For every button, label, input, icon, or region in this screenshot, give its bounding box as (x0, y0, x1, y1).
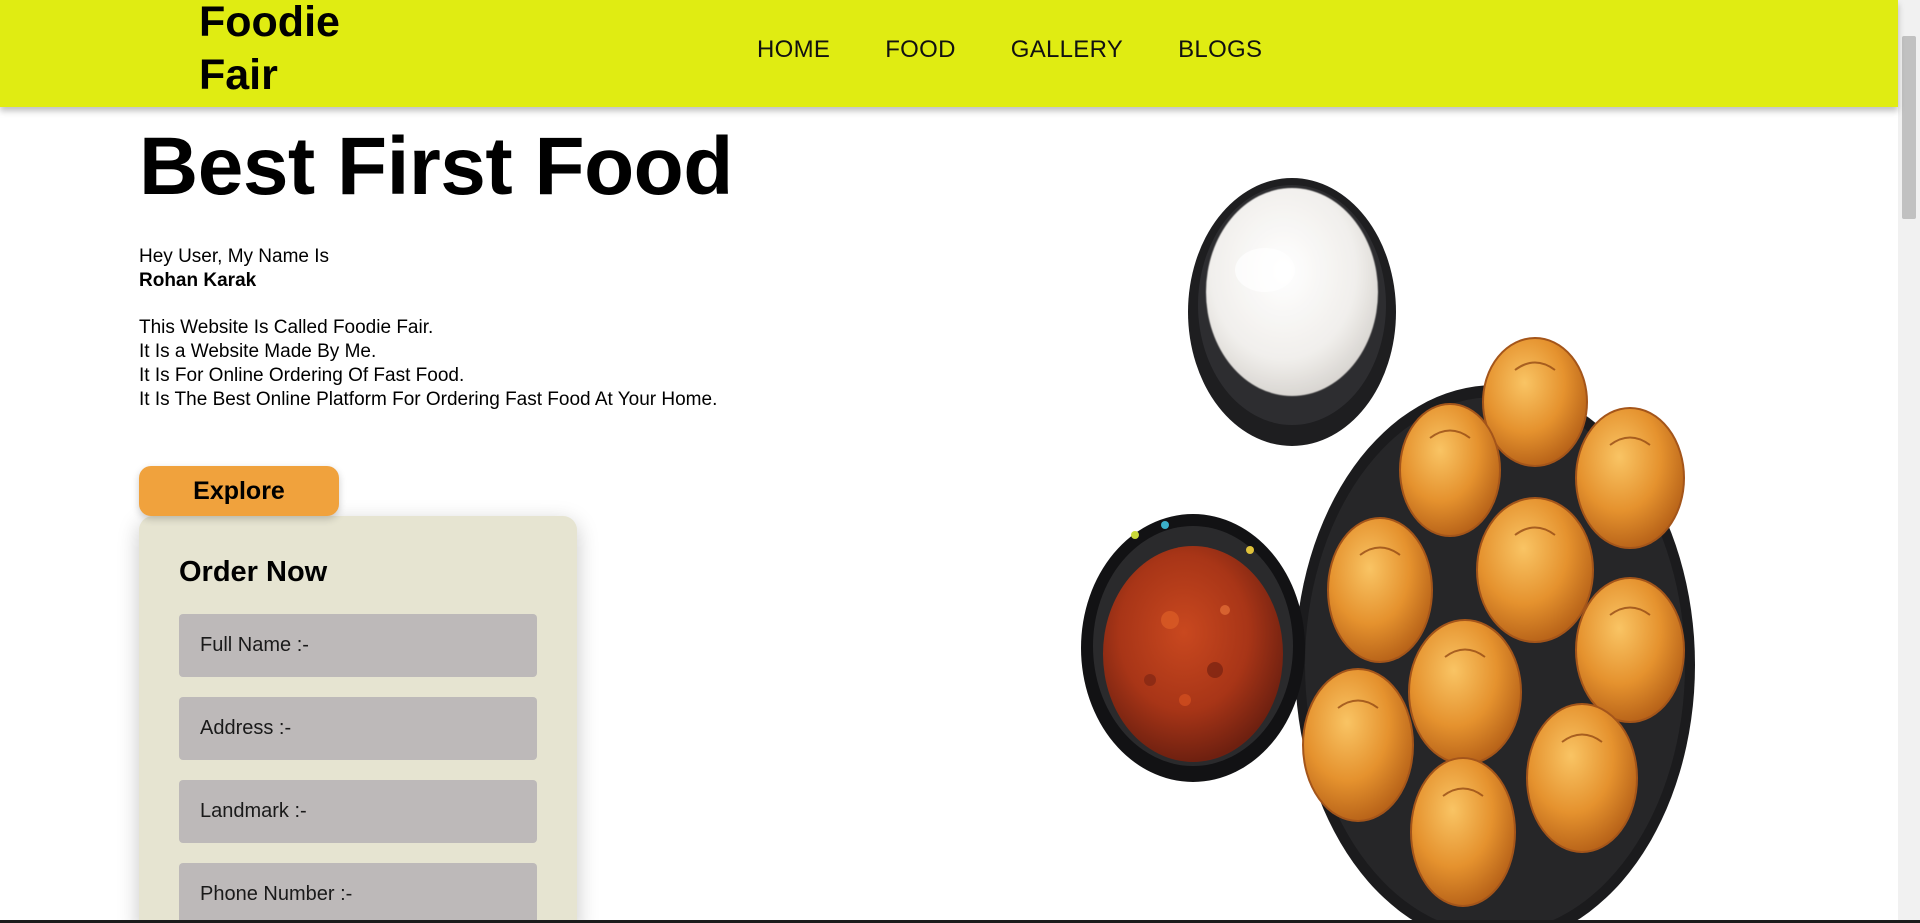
description-line: This Website Is Called Foodie Fair. (139, 317, 434, 338)
full-name-input[interactable] (179, 614, 537, 677)
brand-logo[interactable]: Foodie Fair (199, 0, 359, 102)
order-form-card: Order Now (139, 516, 577, 923)
landmark-input[interactable] (179, 780, 537, 843)
intro-block: Hey User, My Name Is Rohan Karak (139, 245, 329, 293)
scrollbar-thumb[interactable] (1902, 36, 1916, 219)
greeting-text: Hey User, My Name Is (139, 246, 330, 267)
nav-link-blogs[interactable]: BLOGS (1178, 36, 1262, 64)
navbar: Foodie Fair HOME FOOD GALLERY BLOGS (0, 0, 1898, 107)
momos-with-dips-image (1081, 178, 1695, 923)
description-line: It Is a Website Made By Me. (139, 341, 377, 362)
description-block: This Website Is Called Foodie Fair. It I… (139, 316, 717, 412)
order-title: Order Now (179, 556, 328, 588)
author-name: Rohan Karak (139, 270, 257, 291)
nav-link-home[interactable]: HOME (757, 36, 830, 64)
phone-number-input[interactable] (179, 863, 537, 923)
explore-button[interactable]: Explore (139, 466, 339, 516)
nav-link-food[interactable]: FOOD (885, 36, 956, 64)
main-nav: HOME FOOD GALLERY BLOGS (757, 36, 1262, 64)
nav-link-gallery[interactable]: GALLERY (1011, 36, 1123, 64)
page-scrollbar[interactable] (1898, 0, 1920, 923)
hero-title: Best First Food (139, 121, 733, 212)
description-line: It Is The Best Online Platform For Order… (139, 389, 718, 410)
description-line: It Is For Online Ordering Of Fast Food. (139, 365, 465, 386)
address-input[interactable] (179, 697, 537, 760)
